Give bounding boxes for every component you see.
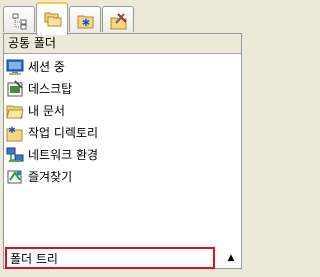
tab-tree[interactable] xyxy=(3,6,35,32)
list-item-desktop[interactable]: 데스크탑 xyxy=(4,78,241,100)
list-item-label: 세션 중 xyxy=(28,60,65,74)
tab-strip: ✱ xyxy=(0,0,247,35)
tools-icon xyxy=(110,13,127,30)
list-item-my-documents[interactable]: 내 문서 xyxy=(4,100,241,122)
svg-text:✱: ✱ xyxy=(82,18,90,29)
list-item-label: 데스크탑 xyxy=(28,82,73,96)
folders-icon xyxy=(44,12,62,27)
folder-tree-label: 폴더 트리 xyxy=(10,252,58,266)
list-item-label: 네트워크 환경 xyxy=(28,148,99,162)
tree-icon xyxy=(12,13,27,30)
folder-list: 세션 중 데스크탑 내 문서 ✱ 작업 디렉토리 네트워크 환경 즐겨찾기 xyxy=(4,56,241,188)
open-folder-icon xyxy=(6,105,24,119)
monitor-icon xyxy=(6,59,24,75)
list-item-session[interactable]: 세션 중 xyxy=(4,56,241,78)
star-folder-icon: ✱ xyxy=(6,126,23,142)
star-folder-icon: ✱ xyxy=(77,15,94,29)
list-item-favorites[interactable]: 즐겨찾기 xyxy=(4,166,241,188)
list-item-work-directory[interactable]: ✱ 작업 디렉토리 xyxy=(4,122,241,144)
desktop-icon xyxy=(7,80,23,97)
tab-tools[interactable] xyxy=(102,6,134,32)
tab-favorite-folder[interactable]: ✱ xyxy=(69,6,101,32)
list-item-network[interactable]: 네트워크 환경 xyxy=(4,144,241,166)
favorites-icon xyxy=(7,170,22,184)
list-item-label: 작업 디렉토리 xyxy=(28,126,99,140)
svg-text:✱: ✱ xyxy=(8,126,16,136)
folder-panel: 공통 폴더 세션 중 데스크탑 내 문서 ✱ 작업 디렉토리 네트워크 환경 즐… xyxy=(3,33,242,269)
panel-header: 공통 폴더 xyxy=(4,34,241,54)
list-item-label: 내 문서 xyxy=(28,104,65,118)
folder-tree-bar[interactable]: 폴더 트리 xyxy=(5,247,215,269)
chevron-up-icon[interactable]: ▲ xyxy=(224,251,238,265)
tab-folders[interactable] xyxy=(36,2,68,35)
network-icon xyxy=(6,147,24,162)
list-item-label: 즐겨찾기 xyxy=(28,170,73,184)
